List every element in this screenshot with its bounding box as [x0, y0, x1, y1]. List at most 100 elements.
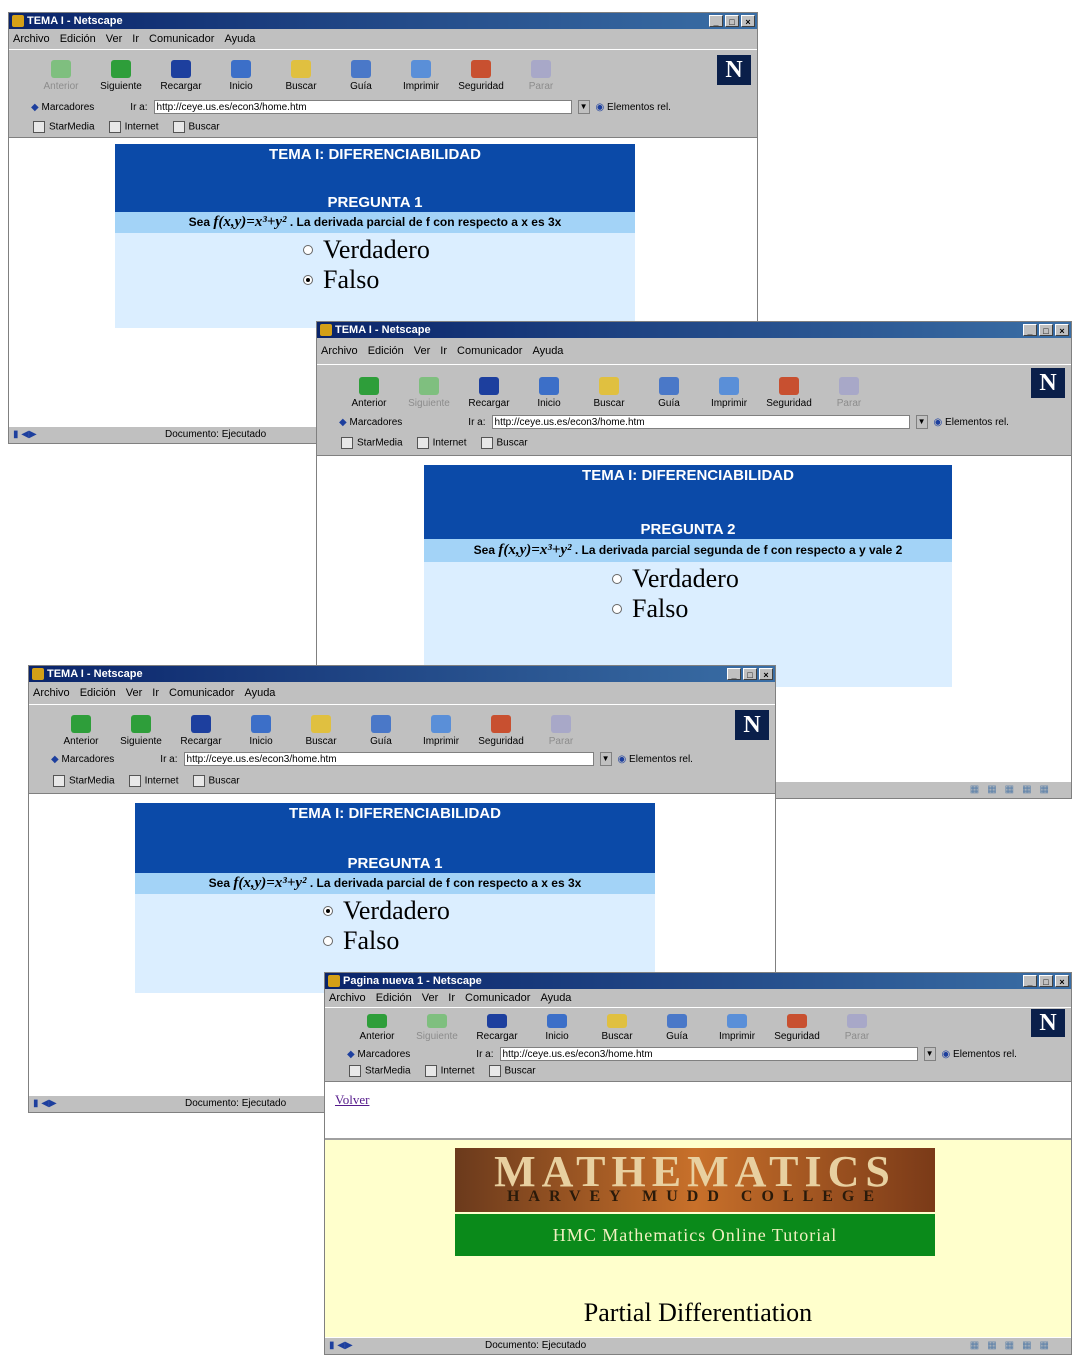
url-dropdown-button[interactable]: ▼	[923, 1047, 936, 1061]
minimize-button[interactable]: _	[709, 15, 723, 27]
menu-comunicador[interactable]: Comunicador	[149, 30, 214, 48]
menu-archivo[interactable]: Archivo	[321, 342, 358, 360]
print-button[interactable]: Imprimir	[707, 1008, 767, 1045]
personal-buscar[interactable]: Buscar	[488, 1065, 536, 1077]
reload-button[interactable]: Recargar	[459, 365, 519, 412]
forward-button[interactable]: Siguiente	[111, 705, 171, 750]
back-button[interactable]: Anterior	[347, 1008, 407, 1045]
close-button[interactable]: ×	[1055, 324, 1069, 336]
radio-falso[interactable]	[612, 604, 622, 614]
maximize-button[interactable]: □	[725, 15, 739, 27]
menu-comunicador[interactable]: Comunicador	[457, 342, 522, 360]
bookmarks-button[interactable]: ◆ Marcadores	[339, 417, 402, 428]
url-input[interactable]: http://ceye.us.es/econ3/home.htm	[499, 1047, 918, 1061]
url-dropdown-button[interactable]: ▼	[577, 100, 590, 114]
related-items-button[interactable]: ◉ Elementos rel.	[618, 754, 693, 765]
menu-comunicador[interactable]: Comunicador	[169, 684, 234, 702]
search-button[interactable]: Buscar	[271, 50, 331, 95]
security-button[interactable]: Seguridad	[759, 365, 819, 412]
security-button[interactable]: Seguridad	[471, 705, 531, 750]
menu-ir[interactable]: Ir	[152, 684, 159, 702]
url-dropdown-button[interactable]: ▼	[599, 752, 612, 766]
menu-ayuda[interactable]: Ayuda	[540, 989, 571, 1007]
reload-button[interactable]: Recargar	[467, 1008, 527, 1045]
url-input[interactable]: http://ceye.us.es/econ3/home.htm	[183, 752, 594, 766]
personal-internet[interactable]: Internet	[108, 121, 159, 133]
menu-ayuda[interactable]: Ayuda	[532, 342, 563, 360]
url-dropdown-button[interactable]: ▼	[915, 415, 928, 429]
guide-button[interactable]: Guía	[639, 365, 699, 412]
menu-edicion[interactable]: Edición	[60, 30, 96, 48]
bookmarks-button[interactable]: ◆ Marcadores	[347, 1049, 410, 1060]
home-button[interactable]: Inicio	[519, 365, 579, 412]
radio-falso[interactable]	[323, 936, 333, 946]
personal-internet[interactable]: Internet	[424, 1065, 475, 1077]
reload-button[interactable]: Recargar	[171, 705, 231, 750]
forward-button[interactable]: Siguiente	[91, 50, 151, 95]
personal-buscar[interactable]: Buscar	[172, 121, 220, 133]
print-button[interactable]: Imprimir	[411, 705, 471, 750]
minimize-button[interactable]: _	[1023, 324, 1037, 336]
title-bar[interactable]: TEMA I - Netscape _ □ ×	[317, 322, 1071, 338]
back-button[interactable]: Anterior	[31, 50, 91, 95]
menu-ayuda[interactable]: Ayuda	[224, 30, 255, 48]
menu-archivo[interactable]: Archivo	[13, 30, 50, 48]
title-bar[interactable]: Pagina nueva 1 - Netscape _ □ ×	[325, 973, 1071, 989]
maximize-button[interactable]: □	[743, 668, 757, 680]
minimize-button[interactable]: _	[727, 668, 741, 680]
menu-edicion[interactable]: Edición	[80, 684, 116, 702]
print-button[interactable]: Imprimir	[699, 365, 759, 412]
related-items-button[interactable]: ◉ Elementos rel.	[934, 417, 1009, 428]
guide-button[interactable]: Guía	[331, 50, 391, 95]
option-verdadero[interactable]: Verdadero	[303, 235, 635, 265]
personal-buscar[interactable]: Buscar	[192, 775, 240, 787]
menu-archivo[interactable]: Archivo	[33, 684, 70, 702]
option-verdadero[interactable]: Verdadero	[612, 564, 952, 594]
close-button[interactable]: ×	[759, 668, 773, 680]
personal-starmedia[interactable]: StarMedia	[341, 437, 403, 449]
bookmarks-button[interactable]: ◆ Marcadores	[31, 102, 94, 113]
radio-verdadero[interactable]	[612, 574, 622, 584]
reload-button[interactable]: Recargar	[151, 50, 211, 95]
menu-ver[interactable]: Ver	[414, 342, 431, 360]
home-button[interactable]: Inicio	[527, 1008, 587, 1045]
search-button[interactable]: Buscar	[579, 365, 639, 412]
guide-button[interactable]: Guía	[351, 705, 411, 750]
url-input[interactable]: http://ceye.us.es/econ3/home.htm	[491, 415, 910, 429]
menu-ver[interactable]: Ver	[126, 684, 143, 702]
menu-edicion[interactable]: Edición	[368, 342, 404, 360]
menu-edicion[interactable]: Edición	[376, 989, 412, 1007]
stop-button[interactable]: Parar	[819, 365, 879, 412]
menu-ver[interactable]: Ver	[422, 989, 439, 1007]
security-button[interactable]: Seguridad	[767, 1008, 827, 1045]
option-falso[interactable]: Falso	[303, 265, 635, 295]
personal-internet[interactable]: Internet	[416, 437, 467, 449]
personal-buscar[interactable]: Buscar	[480, 437, 528, 449]
search-button[interactable]: Buscar	[291, 705, 351, 750]
forward-button[interactable]: Siguiente	[407, 1008, 467, 1045]
option-falso[interactable]: Falso	[612, 594, 952, 624]
back-button[interactable]: Anterior	[339, 365, 399, 412]
radio-falso[interactable]	[303, 275, 313, 285]
close-button[interactable]: ×	[1055, 975, 1069, 987]
related-items-button[interactable]: ◉ Elementos rel.	[596, 102, 671, 113]
menu-ir[interactable]: Ir	[132, 30, 139, 48]
related-items-button[interactable]: ◉ Elementos rel.	[942, 1049, 1017, 1060]
search-button[interactable]: Buscar	[587, 1008, 647, 1045]
stop-button[interactable]: Parar	[827, 1008, 887, 1045]
maximize-button[interactable]: □	[1039, 324, 1053, 336]
radio-verdadero[interactable]	[323, 906, 333, 916]
menu-comunicador[interactable]: Comunicador	[465, 989, 530, 1007]
menu-archivo[interactable]: Archivo	[329, 989, 366, 1007]
minimize-button[interactable]: _	[1023, 975, 1037, 987]
personal-starmedia[interactable]: StarMedia	[349, 1065, 411, 1077]
home-button[interactable]: Inicio	[231, 705, 291, 750]
option-falso[interactable]: Falso	[323, 926, 655, 956]
option-verdadero[interactable]: Verdadero	[323, 896, 655, 926]
title-bar[interactable]: TEMA I - Netscape _ □ ×	[9, 13, 757, 29]
print-button[interactable]: Imprimir	[391, 50, 451, 95]
menu-ver[interactable]: Ver	[106, 30, 123, 48]
personal-starmedia[interactable]: StarMedia	[33, 121, 95, 133]
bookmarks-button[interactable]: ◆ Marcadores	[51, 754, 114, 765]
volver-link[interactable]: Volver	[335, 1092, 369, 1108]
